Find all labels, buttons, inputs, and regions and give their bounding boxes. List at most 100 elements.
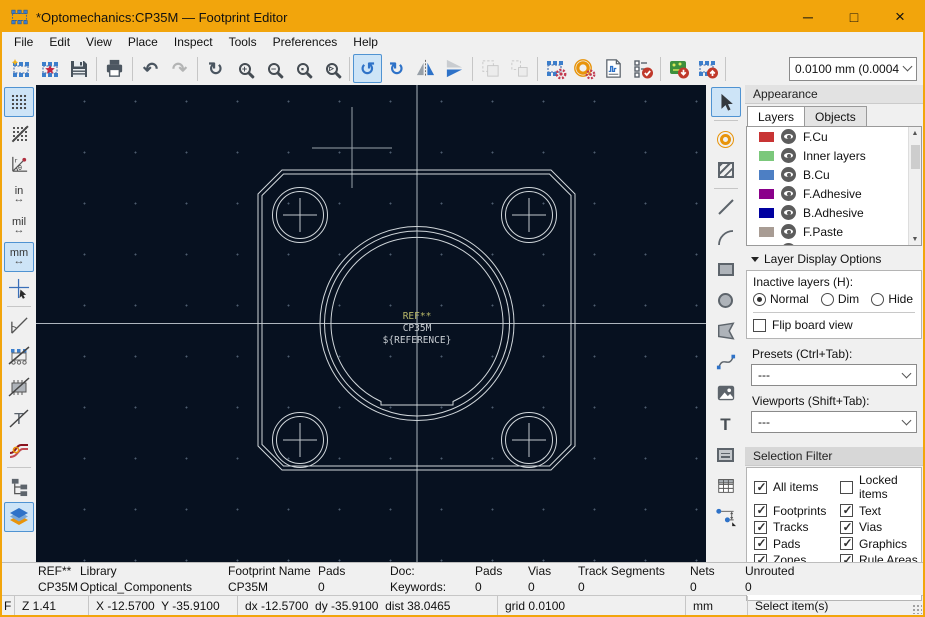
save-button[interactable] — [64, 54, 93, 83]
appearance-panel-toggle-button[interactable] — [4, 502, 34, 532]
grid-size-select[interactable]: 0.0100 mm (0.0004 — [789, 56, 917, 81]
tab-objects[interactable]: Objects — [804, 106, 867, 126]
zoom-selection-button[interactable]: ▹ — [317, 54, 346, 83]
footprint-checker-button[interactable] — [628, 54, 657, 83]
flip-board-view-row[interactable]: Flip board view — [753, 318, 915, 332]
text-tool-button[interactable]: T — [711, 409, 741, 439]
units-mils-button[interactable]: mil ↔ — [4, 211, 34, 241]
radio-normal[interactable] — [753, 292, 766, 306]
filter-all-items[interactable]: All items — [754, 473, 840, 501]
line-tool-button[interactable] — [711, 192, 741, 222]
text-properties-button[interactable] — [599, 54, 628, 83]
polar-coordinates-button[interactable]: θ r — [4, 149, 34, 179]
layer-color-swatch[interactable] — [759, 207, 774, 218]
layer-color-swatch[interactable] — [759, 226, 774, 237]
editor-canvas[interactable]: REF** CP35M ${REFERENCE} — [36, 85, 706, 562]
scroll-up-icon[interactable]: ▲ — [912, 127, 919, 139]
flip-vertical-button[interactable] — [440, 54, 469, 83]
filter-checkbox[interactable] — [840, 503, 854, 517]
bezier-tool-button[interactable] — [711, 347, 741, 377]
table-tool-button[interactable] — [711, 471, 741, 501]
polygon-tool-button[interactable] — [711, 316, 741, 346]
filter-vias[interactable]: Vias — [840, 520, 919, 534]
eye-visible-icon[interactable] — [781, 186, 796, 201]
arc-tool-button[interactable] — [711, 223, 741, 253]
tab-layers[interactable]: Layers — [747, 106, 806, 126]
filter-checkbox[interactable] — [840, 520, 854, 534]
footprint-properties-button[interactable] — [541, 54, 570, 83]
close-button[interactable]: × — [877, 2, 923, 32]
filter-locked-items[interactable]: Locked items — [840, 473, 919, 501]
layer-row-bpaste[interactable]: B.Paste — [747, 241, 908, 245]
layer-row-fcu[interactable]: F.Cu — [747, 127, 908, 146]
zoom-out-button[interactable]: − — [259, 54, 288, 83]
scroll-thumb[interactable] — [910, 145, 920, 169]
reference-variable-text[interactable]: ${REFERENCE} — [383, 335, 452, 346]
layer-color-swatch[interactable] — [759, 169, 774, 180]
radio-option-hide[interactable]: Hide — [871, 292, 913, 306]
radio-option-normal[interactable]: Normal — [753, 292, 809, 306]
insert-footprint-board-button[interactable] — [664, 54, 693, 83]
scroll-down-icon[interactable]: ▼ — [912, 233, 919, 245]
menu-place[interactable]: Place — [120, 33, 166, 51]
radio-dim[interactable] — [820, 292, 834, 306]
library-tree-toggle-button[interactable] — [4, 471, 34, 501]
hole-bottom-right[interactable] — [501, 412, 557, 468]
pad-tool-button[interactable] — [711, 124, 741, 154]
filter-checkbox[interactable] — [840, 480, 853, 494]
full-crosshair-button[interactable] — [4, 273, 34, 303]
filter-graphics[interactable]: Graphics — [840, 536, 919, 551]
filter-checkbox[interactable] — [754, 536, 768, 550]
filter-checkbox[interactable] — [754, 480, 768, 494]
menu-inspect[interactable]: Inspect — [166, 33, 221, 51]
flip-horizontal-button[interactable] — [411, 54, 440, 83]
filter-checkbox[interactable] — [754, 520, 768, 534]
layer-row-inner[interactable]: Inner layers — [747, 146, 908, 165]
filter-checkbox[interactable] — [840, 536, 854, 550]
layer-row-fadhesive[interactable]: F.Adhesive — [747, 184, 908, 203]
maximize-button[interactable]: □ — [831, 2, 877, 32]
layer-color-swatch[interactable] — [759, 150, 774, 161]
radio-option-dim[interactable]: Dim — [820, 292, 859, 306]
units-inches-button[interactable]: in ↔ — [4, 180, 34, 210]
minimize-button[interactable]: ─ — [785, 2, 831, 32]
menu-edit[interactable]: Edit — [41, 33, 78, 51]
menu-view[interactable]: View — [78, 33, 120, 51]
value-text[interactable]: CP35M — [403, 323, 432, 334]
layer-color-swatch[interactable] — [759, 131, 774, 142]
line-angle-mode-button[interactable] — [4, 310, 34, 340]
grid-overrides-button[interactable] — [4, 118, 34, 148]
undo-button[interactable]: ↶ — [136, 54, 165, 83]
eye-visible-icon[interactable] — [781, 167, 796, 182]
menu-preferences[interactable]: Preferences — [265, 33, 346, 51]
viewports-select[interactable]: --- — [751, 411, 917, 433]
rotate-ccw-button[interactable]: ↺ — [353, 54, 382, 83]
reference-text[interactable]: REF** — [403, 311, 432, 322]
image-tool-button[interactable] — [711, 378, 741, 408]
layer-display-options-toggle[interactable]: Layer Display Options — [745, 246, 923, 270]
dimension-tool-button[interactable] — [711, 502, 741, 532]
layers-scrollbar[interactable]: ▲ ▼ — [908, 127, 921, 245]
sketch-text-button[interactable]: T — [4, 403, 34, 433]
filter-pads[interactable]: Pads — [754, 536, 840, 551]
pad-properties-button[interactable] — [570, 54, 599, 83]
rectangle-tool-button[interactable] — [711, 254, 741, 284]
filter-tracks[interactable]: Tracks — [754, 520, 840, 534]
radio-hide[interactable] — [871, 292, 885, 306]
sketch-tracks-button[interactable] — [4, 434, 34, 464]
eye-visible-icon[interactable] — [781, 243, 796, 245]
update-footprint-board-button[interactable] — [693, 54, 722, 83]
menu-tools[interactable]: Tools — [221, 33, 265, 51]
select-tool-button[interactable] — [710, 87, 741, 117]
new-footprint-button[interactable] — [6, 54, 35, 83]
layer-color-swatch[interactable] — [759, 188, 774, 199]
layer-row-bcu[interactable]: B.Cu — [747, 165, 908, 184]
layer-row-fpaste[interactable]: F.Paste — [747, 222, 908, 241]
hole-top-right[interactable] — [501, 187, 557, 243]
eye-visible-icon[interactable] — [781, 148, 796, 163]
refresh-button[interactable]: ↻ — [201, 54, 230, 83]
circle-tool-button[interactable] — [711, 285, 741, 315]
textbox-tool-button[interactable] — [711, 440, 741, 470]
rotate-cw-button[interactable]: ↻ — [382, 54, 411, 83]
units-mm-button[interactable]: mm ↔ — [4, 242, 34, 272]
